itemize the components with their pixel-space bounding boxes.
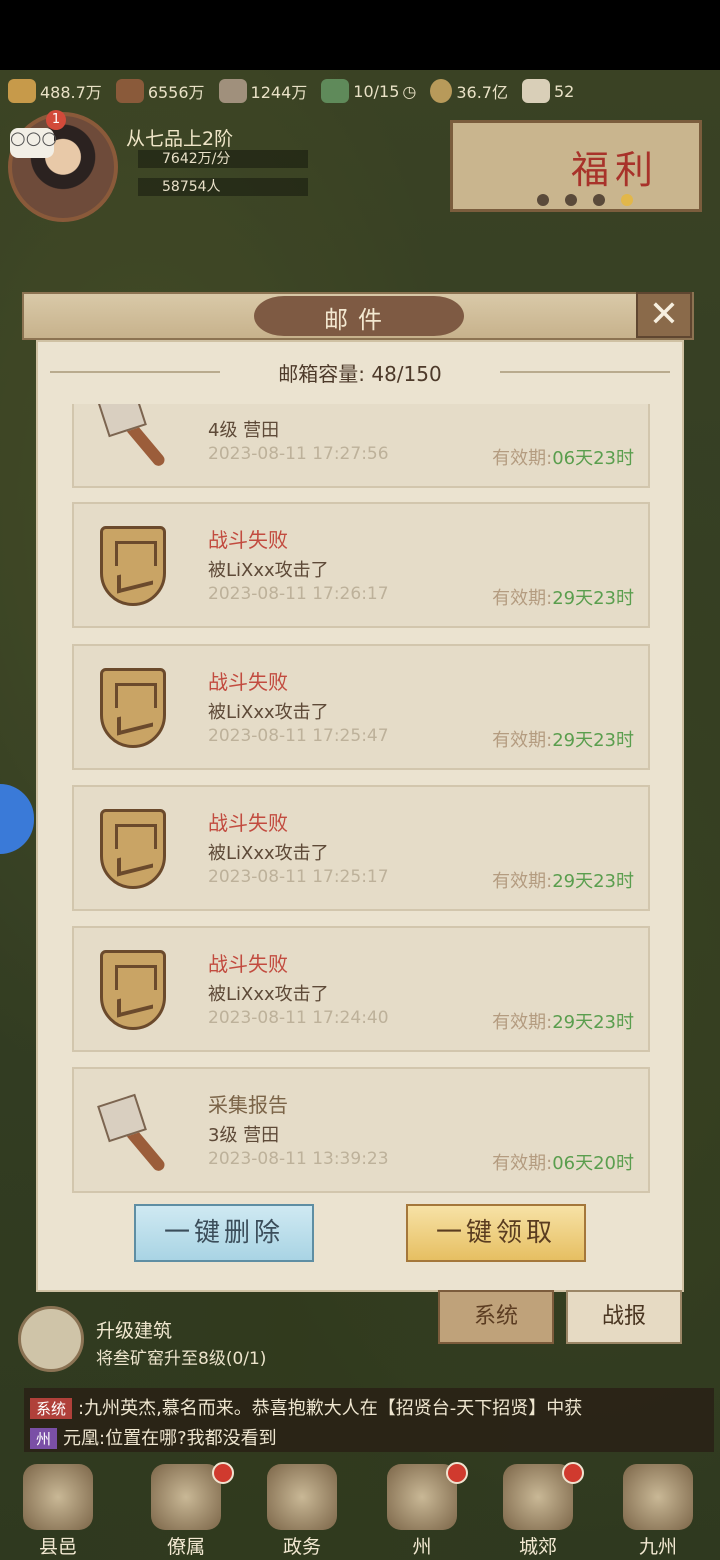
mail-time: 2023-08-11 13:39:23 — [208, 1149, 389, 1169]
welfare-pager — [537, 191, 649, 210]
mail-subtitle: 被LiXxx攻击了 — [208, 702, 329, 723]
mail-time: 2023-08-11 17:27:56 — [208, 444, 389, 464]
chat-bubble-icon[interactable]: ○○○ — [10, 128, 57, 158]
mail-title: 战斗失败 — [208, 670, 288, 694]
mail-validity: 有效期:29天23时 — [492, 871, 634, 892]
red-dot-badge — [562, 1462, 584, 1484]
resource-wheat[interactable]: 488.7万 — [8, 79, 102, 103]
red-dot-badge — [446, 1462, 468, 1484]
mail-subtitle: 被LiXxx攻击了 — [208, 984, 329, 1005]
chat-tag: 州 — [30, 1428, 58, 1449]
welfare-title: 福利 — [571, 148, 660, 192]
mail-validity: 有效期:06天23时 — [492, 448, 634, 469]
resource-soldier[interactable]: 10/15 ◷ — [321, 79, 416, 103]
mail-item[interactable]: 战斗失败 被LiXxx攻击了 2023-08-11 17:24:40 有效期:2… — [72, 926, 650, 1052]
mailbox-capacity: 邮箱容量: 48/150 — [50, 358, 670, 386]
mail-subtitle: 4级 营田 — [208, 420, 280, 441]
scroll-icon — [18, 1306, 84, 1372]
claim-all-button[interactable]: 一键领取 — [406, 1204, 586, 1262]
mail-title: 战斗失败 — [208, 528, 288, 552]
wheat-icon — [8, 79, 36, 103]
nav-city[interactable]: 县邑 — [12, 1456, 104, 1560]
mail-time: 2023-08-11 17:26:17 — [208, 584, 389, 604]
mail-item[interactable]: 战斗失败 被LiXxx攻击了 2023-08-11 17:26:17 有效期:2… — [72, 502, 650, 628]
population-stat: 58754人 — [138, 178, 308, 196]
shield-icon — [100, 950, 174, 1034]
affairs-icon — [267, 1464, 337, 1530]
income-stat: 7642万/分 — [138, 150, 308, 168]
chat-panel[interactable]: 系统:九州英杰,慕名而来。恭喜抱歉大人在【招贤台-天下招贤】中获 州元凰:位置在… — [24, 1388, 714, 1452]
red-dot-badge — [212, 1462, 234, 1484]
mail-title: 战斗失败 — [208, 952, 288, 976]
dialog-header: 邮件 — [22, 292, 694, 340]
close-button[interactable]: ✕ — [636, 292, 692, 338]
mail-time: 2023-08-11 17:24:40 — [208, 1008, 389, 1028]
clock-icon: ◷ — [402, 81, 417, 101]
coin-icon — [430, 79, 453, 103]
notification-badge: 1 — [46, 110, 66, 130]
delete-all-button[interactable]: 一键删除 — [134, 1204, 314, 1262]
resource-ingot[interactable]: 52 — [522, 79, 574, 103]
player-rank: 从七品上2阶 — [126, 128, 234, 150]
city-icon — [23, 1464, 93, 1530]
mail-validity: 有效期:29天23时 — [492, 730, 634, 751]
axe-icon — [97, 1091, 174, 1175]
tab-battle-report[interactable]: 战报 — [566, 1290, 682, 1344]
mail-time: 2023-08-11 17:25:17 — [208, 867, 389, 887]
chat-line: 州元凰:位置在哪?我都没看到 — [30, 1424, 277, 1450]
chat-tag: 系统 — [30, 1398, 73, 1419]
quest-tracker[interactable]: 升级建筑 将叁矿窑升至8级(0/1) — [18, 1306, 318, 1372]
shield-icon — [100, 809, 174, 893]
resource-wood[interactable]: 6556万 — [115, 79, 205, 103]
map-icon — [623, 1464, 693, 1530]
mail-subtitle: 3级 营田 — [208, 1125, 280, 1146]
stone-icon — [218, 79, 247, 103]
mail-item[interactable]: 战斗失败 被LiXxx攻击了 2023-08-11 17:25:47 有效期:2… — [72, 644, 650, 770]
resource-stone[interactable]: 1244万 — [218, 79, 307, 103]
mail-item[interactable]: 战斗失败 被LiXxx攻击了 2023-08-11 17:25:17 有效期:2… — [72, 785, 650, 911]
ingot-icon — [522, 79, 550, 103]
mail-title: 战斗失败 — [208, 811, 288, 835]
shield-icon — [100, 526, 174, 610]
mail-title: 采集报告 — [208, 1093, 288, 1117]
nav-map[interactable]: 九州 — [612, 1456, 704, 1560]
quest-desc: 将叁矿窑升至8级(0/1) — [96, 1349, 267, 1369]
mail-list[interactable]: 4级 营田 2023-08-11 17:27:56 有效期:06天23时 战斗失… — [72, 404, 650, 1200]
welfare-banner[interactable]: 福利 — [450, 120, 702, 212]
officials-icon — [151, 1464, 221, 1530]
mail-subtitle: 被LiXxx攻击了 — [208, 560, 329, 581]
mail-validity: 有效期:06天20时 — [492, 1153, 634, 1174]
chat-line: 系统:九州英杰,慕名而来。恭喜抱歉大人在【招贤台-天下招贤】中获 — [30, 1394, 582, 1420]
resource-coin[interactable]: 36.7亿 — [430, 79, 508, 103]
mail-item[interactable]: 4级 营田 2023-08-11 17:27:56 有效期:06天23时 — [72, 404, 650, 488]
tab-system[interactable]: 系统 — [438, 1290, 554, 1344]
mail-item[interactable]: 采集报告 3级 营田 2023-08-11 13:39:23 有效期:06天20… — [72, 1067, 650, 1193]
resource-bar: 488.7万 6556万 1244万 10/15 ◷ 36.7亿 52 — [0, 72, 720, 110]
shield-icon — [100, 668, 174, 752]
soldier-icon — [321, 79, 350, 103]
mail-validity: 有效期:29天23时 — [492, 1012, 634, 1033]
divider — [500, 371, 670, 373]
mail-time: 2023-08-11 17:25:47 — [208, 726, 389, 746]
mail-subtitle: 被LiXxx攻击了 — [208, 843, 329, 864]
dialog-title: 邮件 — [324, 306, 392, 334]
axe-icon — [97, 404, 174, 470]
nav-affairs[interactable]: 政务 — [256, 1456, 348, 1560]
quest-title: 升级建筑 — [96, 1320, 173, 1342]
wood-icon — [115, 79, 144, 103]
mail-validity: 有效期:29天23时 — [492, 588, 634, 609]
